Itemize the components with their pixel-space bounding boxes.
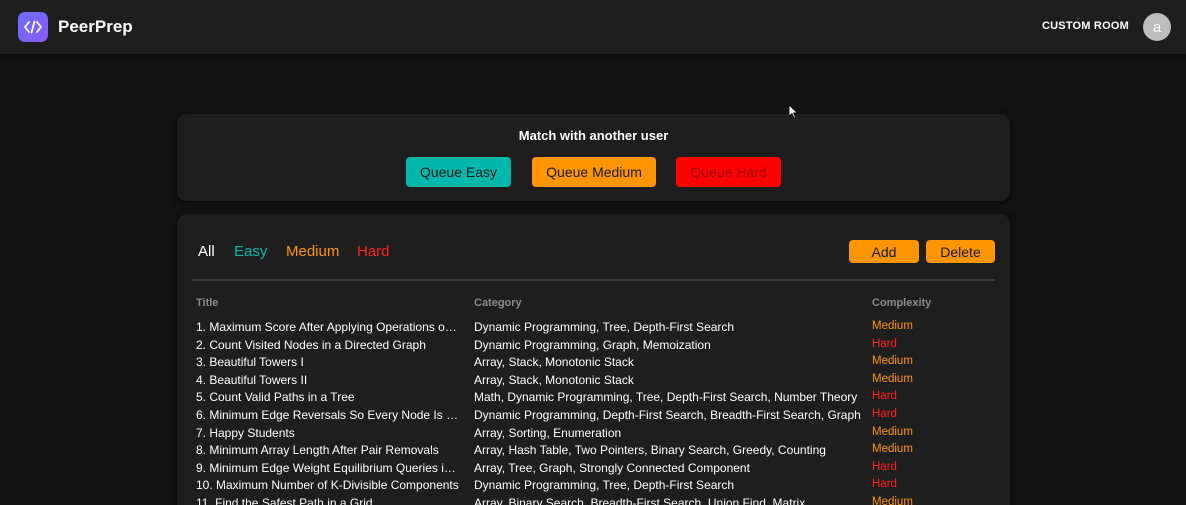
row-category: Dynamic Programming, Depth-First Search,…	[474, 407, 861, 422]
mouse-cursor-icon	[789, 105, 799, 119]
row-complexity: Hard	[872, 337, 897, 350]
navbar: PeerPrep CUSTOM ROOM a	[0, 0, 1186, 54]
row-complexity: Medium	[872, 495, 913, 505]
add-button[interactable]: Add	[849, 240, 919, 263]
filter-all[interactable]: All	[198, 243, 215, 260]
table-row[interactable]: 2. Count Visited Nodes in a Directed Gra…	[177, 337, 1010, 355]
table-row[interactable]: 7. Happy Students Array, Sorting, Enumer…	[177, 425, 1010, 443]
row-category: Math, Dynamic Programming, Tree, Depth-F…	[474, 390, 858, 405]
row-title: 9. Minimum Edge Weight Equilibrium Queri…	[196, 460, 462, 475]
row-title: 10. Maximum Number of K-Divisible Compon…	[196, 478, 459, 493]
brand-name[interactable]: PeerPrep	[58, 17, 133, 37]
column-header-title[interactable]: Title	[196, 297, 218, 309]
avatar[interactable]: a	[1143, 13, 1171, 41]
row-complexity: Medium	[872, 425, 913, 438]
filter-medium[interactable]: Medium	[286, 243, 339, 260]
row-category: Array, Tree, Graph, Strongly Connected C…	[474, 460, 750, 475]
column-header-complexity[interactable]: Complexity	[872, 297, 931, 309]
row-complexity: Hard	[872, 407, 897, 420]
row-category: Array, Stack, Monotonic Stack	[474, 355, 634, 370]
row-complexity: Medium	[872, 355, 913, 368]
row-title: 5. Count Valid Paths in a Tree	[196, 390, 355, 405]
queue-easy-button[interactable]: Queue Easy	[406, 157, 511, 187]
row-complexity: Hard	[872, 390, 897, 403]
table-row[interactable]: 11. Find the Safest Path in a Grid Array…	[177, 495, 1010, 505]
row-title: 6. Minimum Edge Reversals So Every Node …	[196, 407, 462, 422]
table-row[interactable]: 6. Minimum Edge Reversals So Every Node …	[177, 407, 1010, 425]
row-title: 2. Count Visited Nodes in a Directed Gra…	[196, 337, 426, 352]
row-complexity: Medium	[872, 443, 913, 456]
delete-button[interactable]: Delete	[926, 240, 995, 263]
row-category: Array, Binary Search, Breadth-First Sear…	[474, 495, 806, 505]
table-row[interactable]: 8. Minimum Array Length After Pair Remov…	[177, 442, 1010, 460]
filter-hard[interactable]: Hard	[357, 243, 390, 260]
row-complexity: Medium	[872, 372, 913, 385]
row-complexity: Hard	[872, 460, 897, 473]
queue-medium-button[interactable]: Queue Medium	[532, 157, 656, 187]
table-row[interactable]: 9. Minimum Edge Weight Equilibrium Queri…	[177, 460, 1010, 478]
table-row[interactable]: 1. Maximum Score After Applying Operatio…	[177, 319, 1010, 337]
row-title: 4. Beautiful Towers II	[196, 372, 308, 387]
row-title: 11. Find the Safest Path in a Grid	[196, 495, 373, 505]
table-row[interactable]: 3. Beautiful Towers I Array, Stack, Mono…	[177, 354, 1010, 372]
row-category: Dynamic Programming, Graph, Memoization	[474, 337, 711, 352]
code-brackets-icon[interactable]	[18, 12, 48, 42]
row-category: Array, Stack, Monotonic Stack	[474, 372, 634, 387]
row-category: Dynamic Programming, Tree, Depth-First S…	[474, 478, 735, 493]
row-title: 8. Minimum Array Length After Pair Remov…	[196, 443, 439, 458]
custom-room-link[interactable]: CUSTOM ROOM	[1042, 20, 1129, 32]
row-category: Dynamic Programming, Tree, Depth-First S…	[474, 320, 735, 334]
row-complexity: Hard	[872, 478, 897, 491]
row-category: Array, Sorting, Enumeration	[474, 425, 622, 440]
row-title: 3. Beautiful Towers I	[196, 355, 304, 370]
question-list-card: All Easy Medium Hard Add Delete Title Ca…	[177, 214, 1010, 505]
table-row[interactable]: 5. Count Valid Paths in a Tree Math, Dyn…	[177, 389, 1010, 407]
table-row[interactable]: 10. Maximum Number of K-Divisible Compon…	[177, 477, 1010, 495]
row-complexity: Medium	[872, 320, 913, 332]
column-header-category[interactable]: Category	[474, 297, 522, 309]
match-title: Match with another user	[518, 128, 669, 143]
question-table-body: 1. Maximum Score After Applying Operatio…	[177, 319, 1010, 505]
row-category: Array, Hash Table, Two Pointers, Binary …	[474, 443, 826, 458]
queue-hard-button[interactable]: Queue Hard	[676, 157, 781, 187]
divider	[192, 279, 995, 281]
match-card: Match with another user Queue Easy Queue…	[177, 114, 1010, 201]
row-title: 1. Maximum Score After Applying Operatio…	[196, 320, 462, 334]
table-row[interactable]: 4. Beautiful Towers II Array, Stack, Mon…	[177, 372, 1010, 390]
row-title: 7. Happy Students	[196, 425, 295, 440]
filter-easy[interactable]: Easy	[234, 243, 267, 260]
